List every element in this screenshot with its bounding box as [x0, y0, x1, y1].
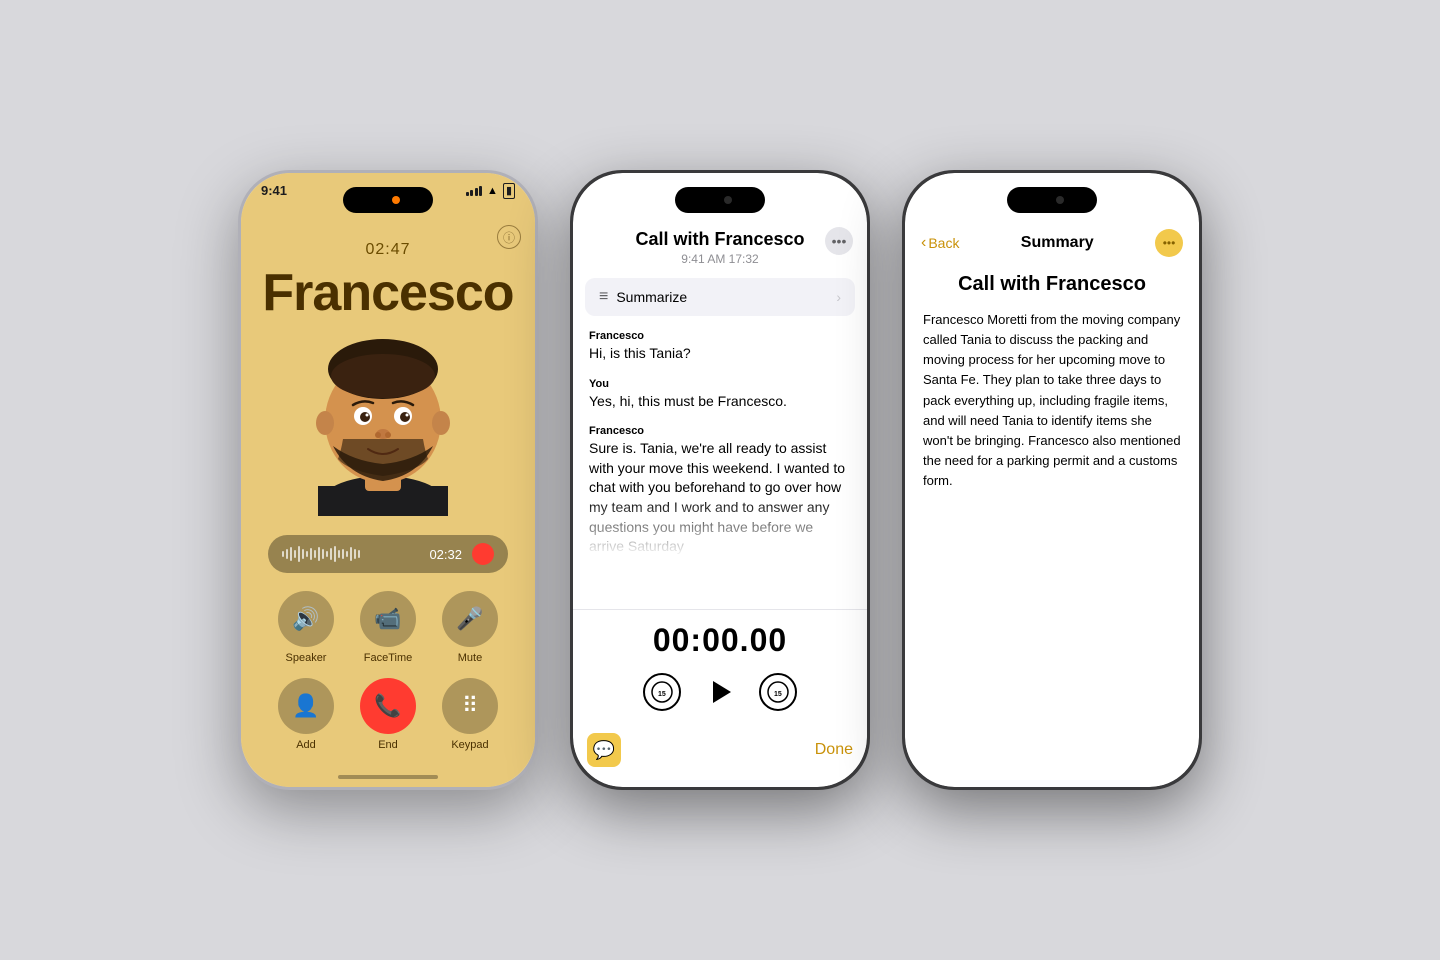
dynamic-island-2 — [675, 187, 765, 213]
facetime-label: FaceTime — [364, 652, 413, 664]
end-label: End — [378, 739, 398, 751]
more-button-2[interactable]: ••• — [825, 227, 853, 255]
back-label: Back — [928, 235, 959, 251]
camera-dot-1 — [392, 196, 400, 204]
transcript: Francesco Hi, is this Tania? You Yes, hi… — [573, 316, 867, 609]
phone-3: 9:41 ▲ ▮ ‹ Back Summary ••• — [902, 170, 1202, 790]
wifi-icon-1: ▲ — [487, 185, 498, 197]
speaker-3: Francesco — [589, 425, 851, 437]
summarize-left: ≡ Summarize — [599, 288, 687, 306]
facetime-button[interactable]: 📹 FaceTime — [356, 591, 420, 664]
phone-2: 9:41 ▲ ▮ Call with Francesco 9:41 AM 17:… — [570, 170, 870, 790]
keypad-btn-circle: ⠿ — [442, 678, 498, 734]
signal-bars-2 — [798, 186, 815, 196]
phone-1-screen: 9:41 ▲ ▮ ⓘ 02:47 Francesco — [241, 173, 535, 787]
play-icon — [713, 681, 731, 703]
mute-btn-circle: 🎤 — [442, 591, 498, 647]
screen-title-2: Call with Francesco — [589, 229, 851, 250]
playback-controls: 15 15 — [643, 673, 797, 711]
summarize-bar[interactable]: ≡ Summarize › — [585, 278, 855, 316]
call-buttons-row1: 🔊 Speaker 📹 FaceTime 🎤 Mute — [274, 591, 502, 664]
camera-dot-3 — [1056, 196, 1064, 204]
add-label: Add — [296, 739, 316, 751]
summary-call-title: Call with Francesco — [923, 273, 1181, 296]
speaker-label: Speaker — [286, 652, 327, 664]
transcript-text-3: Sure is. Tania, we're all ready to assis… — [589, 439, 851, 557]
status-icons-1: ▲ ▮ — [466, 183, 515, 199]
status-time-3: 9:41 — [925, 183, 951, 198]
speech-bubble-icon[interactable]: 💬 — [587, 733, 621, 767]
summary-content: Call with Francesco Francesco Moretti fr… — [905, 257, 1199, 787]
status-icons-2: ▲ ▮ — [798, 183, 847, 199]
keypad-label: Keypad — [451, 739, 488, 751]
forward-icon: 15 — [767, 681, 789, 703]
keypad-button[interactable]: ⠿ Keypad — [438, 678, 502, 751]
screen-subtitle-2: 9:41 AM 17:32 — [589, 252, 851, 266]
facetime-btn-circle: 📹 — [360, 591, 416, 647]
phone-3-screen: 9:41 ▲ ▮ ‹ Back Summary ••• — [905, 173, 1199, 787]
wifi-icon-2: ▲ — [819, 185, 830, 197]
home-indicator-1 — [338, 775, 438, 779]
rewind-icon: 15 — [651, 681, 673, 703]
wifi-icon-3: ▲ — [1151, 185, 1162, 197]
end-button[interactable]: 📞 End — [356, 678, 420, 751]
done-button[interactable]: Done — [815, 741, 853, 759]
caller-name: Francesco — [262, 263, 513, 323]
info-button[interactable]: ⓘ — [497, 225, 521, 249]
svg-text:15: 15 — [658, 691, 666, 698]
call-timer: 02:47 — [365, 241, 410, 259]
speaker-btn-circle: 🔊 — [278, 591, 334, 647]
speaker-2: You — [589, 378, 851, 390]
memoji-svg — [303, 331, 463, 516]
signal-bars-1 — [466, 186, 483, 196]
add-btn-circle: 👤 — [278, 678, 334, 734]
playback-section: 00:00.00 15 15 — [573, 609, 867, 733]
transcript-text-1: Hi, is this Tania? — [589, 344, 851, 364]
svg-text:15: 15 — [774, 691, 782, 698]
battery-icon-1: ▮ — [503, 183, 515, 199]
avatar-container — [303, 331, 473, 521]
recording-bar: 02:32 — [268, 535, 508, 573]
play-button[interactable] — [709, 681, 731, 703]
forward-button[interactable]: 15 — [759, 673, 797, 711]
summarize-label: Summarize — [616, 289, 687, 305]
dynamic-island-1 — [343, 187, 433, 213]
speaker-button[interactable]: 🔊 Speaker — [274, 591, 338, 664]
status-icons-3: ▲ ▮ — [1130, 183, 1179, 199]
call-buttons-row2: 👤 Add 📞 End ⠿ Keypad — [274, 678, 502, 751]
summary-body-text: Francesco Moretti from the moving compan… — [923, 310, 1181, 491]
playback-time: 00:00.00 — [653, 622, 787, 659]
phone-1: 9:41 ▲ ▮ ⓘ 02:47 Francesco — [238, 170, 538, 790]
waveform — [282, 546, 419, 562]
record-dot — [472, 543, 494, 565]
summarize-chevron-icon: › — [836, 289, 841, 305]
more-button-3[interactable]: ••• — [1155, 229, 1183, 257]
rewind-button[interactable]: 15 — [643, 673, 681, 711]
speaker-1: Francesco — [589, 330, 851, 342]
transcript-text-2: Yes, hi, this must be Francesco. — [589, 392, 851, 412]
camera-dot-2 — [724, 196, 732, 204]
rec-time: 02:32 — [429, 547, 462, 562]
dynamic-island-3 — [1007, 187, 1097, 213]
status-time-2: 9:41 — [593, 183, 619, 198]
phone-2-screen: 9:41 ▲ ▮ Call with Francesco 9:41 AM 17:… — [573, 173, 867, 787]
summarize-icon: ≡ — [599, 288, 608, 306]
back-chevron-icon: ‹ — [921, 234, 926, 252]
end-btn-circle: 📞 — [360, 678, 416, 734]
signal-bars-3 — [1130, 186, 1147, 196]
summary-header-title: Summary — [1021, 234, 1094, 252]
home-indicator-2 — [670, 775, 770, 779]
mute-button[interactable]: 🎤 Mute — [438, 591, 502, 664]
home-indicator-3 — [1002, 775, 1102, 779]
mute-label: Mute — [458, 652, 482, 664]
battery-icon-2: ▮ — [835, 183, 847, 199]
status-time-1: 9:41 — [261, 183, 287, 198]
add-button[interactable]: 👤 Add — [274, 678, 338, 751]
back-button[interactable]: ‹ Back — [921, 234, 959, 252]
battery-icon-3: ▮ — [1167, 183, 1179, 199]
